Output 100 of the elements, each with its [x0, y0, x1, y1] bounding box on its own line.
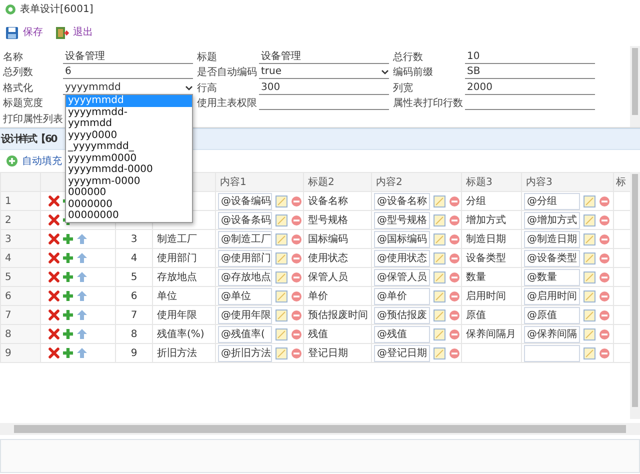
row-number: 5	[0, 268, 40, 286]
input-field[interactable]: @增加方式	[524, 212, 580, 228]
row-number: 8	[0, 324, 40, 344]
row-number: 3	[0, 230, 40, 248]
table-cell: 启用时间	[462, 286, 522, 306]
field-label: 总列数	[3, 67, 34, 79]
table-cell: 登记日期	[304, 344, 372, 362]
input-field[interactable]: @启用时间	[524, 288, 580, 304]
field-label: 格式化	[3, 82, 34, 94]
input-field[interactable]: 设备管理	[63, 50, 193, 64]
dropdown-option[interactable]: yyyymm0000	[66, 152, 192, 164]
dropdown-option[interactable]: yyyymm-0000	[66, 176, 192, 187]
table-cell: 预估报废时间	[304, 306, 372, 324]
row-number: 7	[0, 306, 40, 324]
input-field[interactable]: @保管人员	[374, 268, 430, 286]
table-cell: 国标编码	[304, 230, 372, 248]
table-cell: 6	[116, 286, 152, 306]
table-cell: 分组	[462, 192, 522, 210]
input-field[interactable]: @设备名称	[374, 192, 430, 210]
window-title: 表单设计[6001]	[20, 2, 94, 17]
input-field[interactable]: @原值	[524, 306, 580, 324]
input-field[interactable]: SB	[465, 65, 595, 79]
table-cell: 保管人员	[304, 268, 372, 286]
field-label: 总行数	[393, 52, 424, 64]
table-cell: 4	[116, 248, 152, 268]
table-cell: 数量	[462, 268, 522, 286]
input-field[interactable]: 2000	[465, 80, 595, 94]
autofill-button[interactable]: 自动填充	[6, 154, 62, 168]
table-cell: 使用部门	[152, 248, 216, 268]
dropdown-option[interactable]: 00000000	[66, 210, 192, 222]
table-cell: 使用状态	[304, 248, 372, 268]
input-field[interactable]: @单价	[374, 288, 430, 304]
table-cell: 型号规格	[304, 210, 372, 230]
table-cell: 单价	[304, 286, 372, 306]
table-cell: 制造日期	[462, 230, 522, 248]
row-number: 1	[0, 192, 40, 210]
input-field[interactable]: 300	[259, 80, 389, 94]
column-header: 内容2	[372, 172, 462, 192]
input-field[interactable]: @使用状态	[374, 250, 430, 266]
field-label: 行高	[197, 82, 218, 94]
dropdown-option[interactable]: 0000000	[66, 198, 192, 210]
input-field[interactable]: @制造日期	[524, 230, 580, 248]
table-cell: 单位	[152, 286, 216, 306]
table-cell: 5	[116, 268, 152, 286]
input-field[interactable]: 10	[465, 50, 595, 64]
dropdown-option[interactable]: yyyy0000	[66, 130, 192, 141]
dropdown-option[interactable]: _yyyymmdd_	[66, 141, 192, 152]
input-field[interactable]: @国标编码	[374, 230, 430, 248]
column-header: 内容3	[522, 172, 614, 192]
table-cell: 残值率(%)	[152, 324, 216, 344]
column-header: 标题2	[304, 172, 372, 192]
input-field[interactable]: @制造工厂	[218, 230, 272, 248]
row-number: 6	[0, 286, 40, 306]
dropdown-option[interactable]: yyyymmdd-	[66, 106, 192, 118]
dropdown-option[interactable]: 000000	[66, 187, 192, 198]
field-label: 列宽	[393, 82, 414, 94]
input-field[interactable]: @残值	[374, 326, 430, 342]
input-field[interactable]: @折旧方法	[218, 344, 272, 362]
input-field[interactable]: @数量	[524, 268, 580, 286]
field-label: 属性表打印行数	[393, 98, 464, 110]
input-field[interactable]: @残值率(	[218, 326, 272, 342]
input-field[interactable]: @使用年限	[218, 306, 272, 324]
field-label: 编码前缀	[393, 67, 434, 79]
table-cell: 9	[116, 344, 152, 362]
save-button[interactable]: 保存	[5, 25, 43, 40]
row-number: 2	[0, 210, 40, 230]
table-cell: 原值	[462, 306, 522, 324]
input-field[interactable]: 设备管理	[259, 50, 389, 64]
table-cell: 折旧方法	[152, 344, 216, 362]
table-cell: 存放地点	[152, 268, 216, 286]
dropdown-option[interactable]: yyyymmdd-0000	[66, 164, 192, 176]
input-field[interactable]: @存放地点	[218, 268, 272, 286]
input-field[interactable]: @设备条码	[218, 212, 272, 228]
input-field[interactable]: @设备类型	[524, 250, 580, 266]
input-field[interactable]: @单位	[218, 288, 272, 304]
field-label: 名称	[3, 52, 24, 64]
table-cell: 设备名称	[304, 192, 372, 210]
input-field[interactable]: @分组	[524, 192, 580, 210]
column-header: 内容1	[216, 172, 304, 192]
input-field[interactable]: 6	[63, 65, 193, 79]
row-number: 4	[0, 248, 40, 268]
column-header: 标题3	[462, 172, 522, 192]
field-label: 打印属性列表	[3, 114, 63, 126]
field-label: 标题宽度	[3, 98, 44, 110]
table-cell: 制造工厂	[152, 230, 216, 248]
column-header: 标	[614, 172, 630, 192]
row-number: 9	[0, 344, 40, 362]
input-field[interactable]: @预估报废	[374, 306, 430, 324]
table-cell: 8	[116, 324, 152, 344]
field-label: 是否自动编码	[197, 67, 258, 79]
input-field[interactable]: @保养间隔	[524, 326, 580, 342]
input-field[interactable]: @设备编码	[218, 192, 272, 210]
input-field[interactable]: @使用部门	[218, 250, 272, 266]
select-field[interactable]: true	[259, 65, 389, 79]
input-field[interactable]: @型号规格	[374, 212, 430, 228]
exit-button[interactable]: 退出	[55, 25, 93, 40]
dropdown-option[interactable]: yymmdd	[66, 118, 192, 130]
input-field[interactable]: @登记日期	[374, 344, 430, 362]
table-cell: 设备类型	[462, 248, 522, 268]
table-cell: 使用年限	[152, 306, 216, 324]
